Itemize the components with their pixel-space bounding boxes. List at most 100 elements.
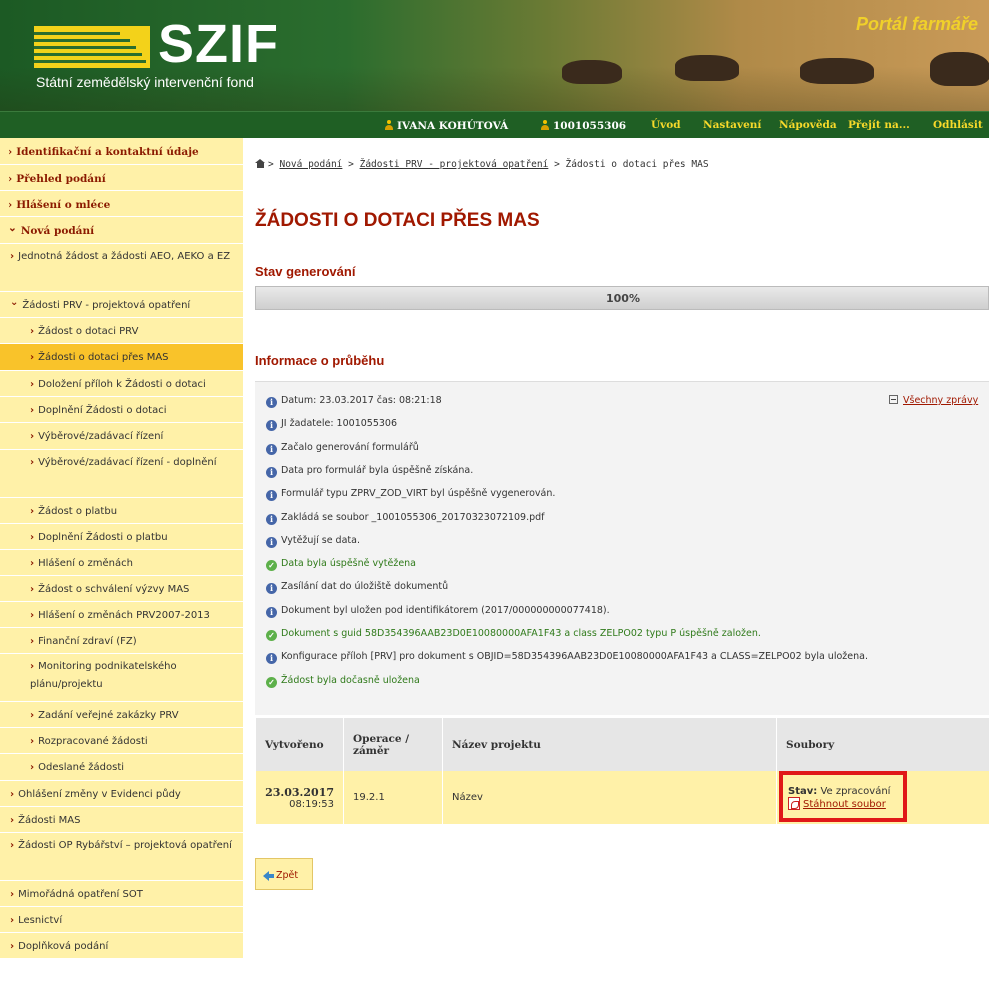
sidebar-item[interactable]: › Monitoring podnikatelského plánu/projek… (0, 654, 243, 702)
info-icon: i (266, 513, 277, 525)
nav-odhlasit[interactable]: Odhlásit (933, 119, 983, 131)
chevron-right-icon: › (8, 146, 13, 158)
status-label: Stav: (788, 785, 818, 797)
sidebar-item-label: Žádosti o dotaci přes MAS (38, 352, 169, 363)
chevron-right-icon: › (30, 610, 35, 621)
sidebar-item-label: Identifikační a kontaktní údaje (16, 146, 199, 158)
sidebar-item-text: › Monitoring podnikatelského plánu/projek… (30, 658, 233, 694)
chevron-right-icon: › (30, 431, 35, 442)
breadcrumb-link-nova-podani[interactable]: Nová podání (279, 159, 342, 170)
pdf-icon[interactable] (788, 796, 800, 810)
sidebar-item[interactable]: › Mimořádná opatření SOT (0, 881, 243, 907)
sidebar-item-text: › Jednotná žádost a žádosti AEO, AEKO a E… (10, 248, 233, 266)
sidebar-item-text: ⌄ Žádosti PRV - projektová opatření (10, 297, 233, 315)
collapse-icon[interactable] (889, 395, 898, 404)
sidebar-item[interactable]: › Žádosti MAS (0, 807, 243, 833)
sidebar-item[interactable]: › Přehled podání (0, 165, 243, 191)
sidebar-item-label: Hlášení o změnách (38, 558, 133, 569)
back-button[interactable]: Zpět (255, 858, 313, 890)
sidebar-item-label: Lesnictví (18, 915, 63, 926)
sidebar-item[interactable]: › Odeslané žádosti (0, 754, 243, 781)
sidebar-item[interactable]: › Žádost o platbu (0, 498, 243, 524)
sidebar-item[interactable]: › Výběrové/zadávací řízení (0, 423, 243, 450)
breadcrumb-current: Žádosti o dotaci přes MAS (565, 159, 709, 170)
cell-operation: 19.2.1 (343, 771, 443, 824)
sidebar-item-label: Žádosti MAS (18, 815, 81, 826)
chevron-right-icon: › (10, 889, 15, 900)
message-text: Data byla úspěšně vytěžena (281, 558, 417, 570)
sidebar-item[interactable]: › Identifikační a kontaktní údaje (0, 138, 243, 165)
sidebar-item-text: › Výběrové/zadávací řízení (30, 428, 233, 446)
sidebar-item[interactable]: › Doplnění Žádosti o platbu (0, 524, 243, 550)
message-item: i Data pro formulář byla úspěšně získána. (266, 465, 473, 478)
sidebar-item[interactable]: › Jednotná žádost a žádosti AEO, AEKO a E… (0, 244, 243, 292)
sidebar-item[interactable]: › Finanční zdraví (FZ) (0, 628, 243, 654)
sidebar-item[interactable]: › Žádosti o dotaci přes MAS (0, 344, 243, 371)
all-messages-link[interactable]: Všechny zprávy (903, 395, 978, 406)
results-table: Vytvořeno Operace / záměr Název projektu… (255, 718, 989, 824)
all-messages-toggle[interactable]: Všechny zprávy (889, 395, 978, 406)
chevron-right-icon: › (30, 762, 35, 773)
info-icon: i (266, 536, 277, 548)
sidebar-item[interactable]: › Lesnictví (0, 907, 243, 933)
sidebar-item-text: › Doplnění Žádosti o dotaci (30, 402, 233, 420)
logo-subtitle: Státní zemědělský intervenční fond (36, 74, 254, 90)
sidebar-item-text: › Žádost o schválení výzvy MAS (30, 581, 233, 599)
sidebar-item-text: › Mimořádná opatření SOT (10, 886, 233, 904)
message-item: ✓ Žádost byla dočasně uložena (266, 675, 420, 688)
sidebar-item-label: Žádosti PRV - projektová opatření (22, 300, 191, 311)
message-text: Zakládá se soubor _1001055306_2017032307… (281, 511, 545, 523)
info-icon: i (266, 443, 277, 455)
info-icon: i (266, 653, 277, 665)
cell-project-name: Název (442, 771, 777, 824)
chevron-right-icon: › (30, 532, 35, 543)
sidebar-item[interactable]: ⌄ Žádosti PRV - projektová opatření (0, 292, 243, 318)
home-icon[interactable] (255, 159, 266, 168)
sidebar-item-label: Hlášení o změnách PRV2007-2013 (38, 610, 210, 621)
sidebar-item[interactable]: › Hlášení o změnách PRV2007-2013 (0, 602, 243, 628)
cow-image (562, 60, 622, 84)
chevron-right-icon: › (30, 636, 35, 647)
chevron-right-icon: › (30, 558, 35, 569)
message-text: JI žadatele: 1001055306 (281, 418, 397, 430)
col-header-project-name: Název projektu (442, 718, 777, 771)
progress-info-heading: Informace o průběhu (255, 353, 385, 368)
sidebar-item[interactable]: › Doplnění Žádosti o dotaci (0, 397, 243, 423)
sidebar-item[interactable]: › Hlášení o změnách (0, 550, 243, 576)
back-arrow-icon (263, 871, 274, 881)
sidebar-item-text: › Doplňková podání (10, 938, 233, 956)
sidebar-item-text: › Žádosti OP Rybářství – projektová opatř… (10, 837, 233, 855)
sidebar-item-text: › Rozpracované žádosti (30, 733, 233, 751)
message-item: i Datum: 23.03.2017 čas: 08:21:18 (266, 395, 442, 408)
message-text: Vytěžují se data. (281, 534, 360, 546)
nav-uvod[interactable]: Úvod (651, 119, 681, 131)
message-item: i Zasílání dat do úložiště dokumentů (266, 581, 448, 595)
chevron-right-icon: › (10, 840, 15, 851)
cow-image (675, 55, 739, 81)
sidebar-item-label: Monitoring podnikatelského plánu/projekt… (30, 661, 177, 690)
nav-prejit-na[interactable]: Přejít na... (848, 119, 910, 131)
sidebar-item[interactable]: ⌄ Nová podání (0, 217, 243, 244)
nav-nastaveni[interactable]: Nastavení (703, 119, 761, 131)
sidebar-item[interactable]: › Žádost o dotaci PRV (0, 318, 243, 344)
status-value: Ve zpracování (820, 785, 891, 797)
sidebar-item[interactable]: › Rozpracované žádosti (0, 728, 243, 754)
download-file-link[interactable]: Stáhnout soubor (803, 799, 886, 810)
sidebar-item-text: › Doložení příloh k Žádosti o dotaci (30, 376, 233, 394)
logo-text: SZIF (158, 14, 279, 74)
sidebar-item[interactable]: › Výběrové/zadávací řízení - doplnění (0, 450, 243, 498)
nav-user-name[interactable]: IVANA KOHÚTOVÁ (384, 119, 508, 132)
sidebar-item[interactable]: › Zadání veřejné zakázky PRV (0, 702, 243, 728)
sidebar-item[interactable]: › Žádosti OP Rybářství – projektová opatř… (0, 833, 243, 881)
sidebar-item[interactable]: › Hlášení o mléce (0, 191, 243, 217)
nav-user-id[interactable]: 1001055306 (540, 119, 626, 132)
sidebar-item[interactable]: › Doplňková podání (0, 933, 243, 959)
nav-napoveda[interactable]: Nápověda (779, 119, 837, 131)
sidebar-item[interactable]: › Žádost o schválení výzvy MAS (0, 576, 243, 602)
sidebar-item[interactable]: › Ohlášení změny v Evidenci půdy (0, 781, 243, 807)
success-icon: ✓ (266, 560, 277, 572)
message-text: Žádost byla dočasně uložena (281, 674, 420, 686)
sidebar-item[interactable]: › Doložení příloh k Žádosti o dotaci (0, 371, 243, 397)
breadcrumb-link-zadosti-prv[interactable]: Žádosti PRV - projektová opatření (360, 159, 549, 170)
message-text: Dokument s guid 58D354396AAB23D0E1008000… (281, 628, 761, 639)
